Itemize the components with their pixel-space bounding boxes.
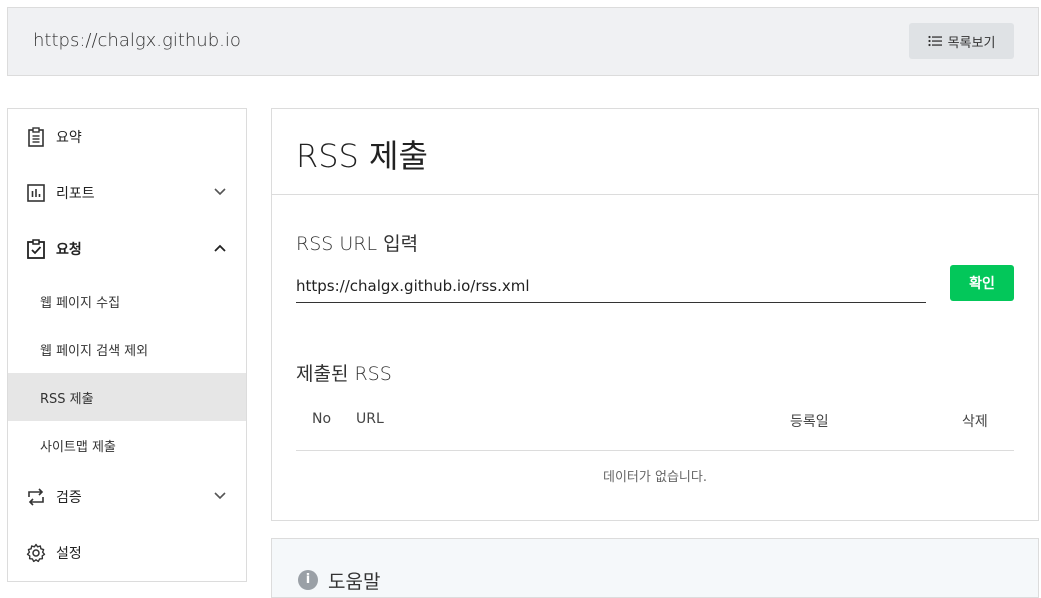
list-view-label: 목록보기 [947,35,996,51]
confirm-button[interactable]: 확인 [950,265,1014,301]
column-url: URL [356,411,384,427]
list-icon [927,35,942,47]
site-header: https://chalgx.github.io 목록보기 [7,7,1039,76]
rss-table-header: No URL 등록일 삭제 [296,407,1014,451]
chevron-down-icon [214,492,226,500]
help-card: i 도움말 [271,538,1039,598]
sidebar-subitem-label: 웹 페이지 수집 [40,295,121,311]
sidebar-item-request[interactable]: 요청 [8,225,246,273]
sidebar-item-report[interactable]: 리포트 [8,169,246,217]
list-view-button[interactable]: 목록보기 [909,23,1014,59]
sidebar-item-label: 검증 [56,490,82,506]
rss-url-input-label: RSS URL 입력 [296,233,419,255]
sidebar-subitem-web-collect[interactable]: 웹 페이지 수집 [8,277,246,325]
chevron-up-icon [214,244,226,252]
gear-icon [26,543,46,563]
sidebar-subitem-web-exclude[interactable]: 웹 페이지 검색 제외 [8,325,246,373]
sidebar-subitem-label: RSS 제출 [40,391,94,407]
column-delete: 삭제 [962,414,988,430]
confirm-button-label: 확인 [969,276,995,292]
sidebar-item-label: 설정 [56,546,82,562]
rss-url-input[interactable] [296,269,926,303]
bar-chart-icon [27,184,45,202]
repeat-icon [28,488,44,506]
sidebar-item-label: 요약 [56,130,82,146]
sidebar-item-verify[interactable]: 검증 [8,473,246,521]
sidebar-item-label: 요청 [56,242,82,258]
sidebar-item-settings[interactable]: 설정 [8,529,246,577]
divider [272,194,1038,195]
info-icon: i [298,570,318,590]
clipboard-icon [28,127,44,147]
column-no: No [312,411,332,427]
sidebar-item-label: 리포트 [56,186,95,202]
help-title: 도움말 [328,571,381,593]
page-title: RSS 제출 [296,137,428,175]
column-registered-date: 등록일 [790,414,829,430]
site-url: https://chalgx.github.io [33,30,241,51]
rss-submit-card: RSS 제출 RSS URL 입력 확인 제출된 RSS No URL 등록일 … [271,108,1039,521]
sidebar: 요약 리포트 요청 웹 페이지 수집 웹 페이지 검색 제외 RSS 제출 사이… [7,108,247,582]
submitted-rss-label: 제출된 RSS [296,363,392,385]
sidebar-subitem-label: 웹 페이지 검색 제외 [40,343,149,359]
sidebar-subitem-sitemap-submit[interactable]: 사이트맵 제출 [8,421,246,469]
sidebar-item-summary[interactable]: 요약 [8,113,246,161]
sidebar-subitem-rss-submit[interactable]: RSS 제출 [8,373,246,421]
clipboard-check-icon [27,239,45,259]
chevron-down-icon [214,188,226,196]
empty-table-message: 데이터가 없습니다. [603,470,707,485]
sidebar-subitem-label: 사이트맵 제출 [40,439,116,455]
